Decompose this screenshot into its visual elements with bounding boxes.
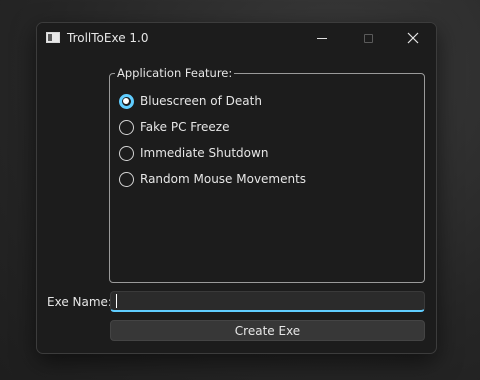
radio-label: Random Mouse Movements	[140, 172, 307, 186]
radio-label: Bluescreen of Death	[140, 94, 262, 108]
radio-label: Fake PC Freeze	[140, 120, 230, 134]
radio-random-mouse[interactable]: Random Mouse Movements	[119, 170, 306, 188]
radio-bluescreen[interactable]: Bluescreen of Death	[119, 92, 262, 110]
window-title: TrollToExe 1.0	[67, 31, 149, 45]
app-window-icon	[46, 32, 60, 43]
maximize-button[interactable]	[346, 23, 390, 53]
application-feature-group: Application Feature: Bluescreen of Death…	[109, 66, 425, 283]
radio-button[interactable]	[119, 145, 134, 161]
exe-name-input[interactable]	[110, 291, 425, 312]
close-icon	[407, 32, 419, 44]
radio-button-checked[interactable]	[119, 93, 134, 109]
radio-fake-freeze[interactable]: Fake PC Freeze	[119, 118, 229, 136]
radio-button[interactable]	[119, 171, 134, 187]
title-bar[interactable]: TrollToExe 1.0	[37, 23, 436, 53]
maximize-icon	[363, 33, 373, 43]
radio-immediate-shutdown[interactable]: Immediate Shutdown	[119, 144, 268, 162]
close-button[interactable]	[391, 23, 435, 53]
create-exe-button-label: Create Exe	[234, 323, 301, 338]
text-caret	[116, 294, 117, 308]
minimize-icon	[317, 37, 327, 39]
exe-name-label: Exe Name:	[47, 295, 112, 309]
app-window: TrollToExe 1.0 Application Feature: Blue…	[36, 22, 437, 354]
radio-button[interactable]	[119, 119, 134, 135]
create-exe-button[interactable]: Create Exe	[110, 320, 425, 341]
group-title: Application Feature:	[115, 66, 235, 80]
radio-label: Immediate Shutdown	[140, 146, 269, 160]
minimize-button[interactable]	[300, 23, 344, 53]
